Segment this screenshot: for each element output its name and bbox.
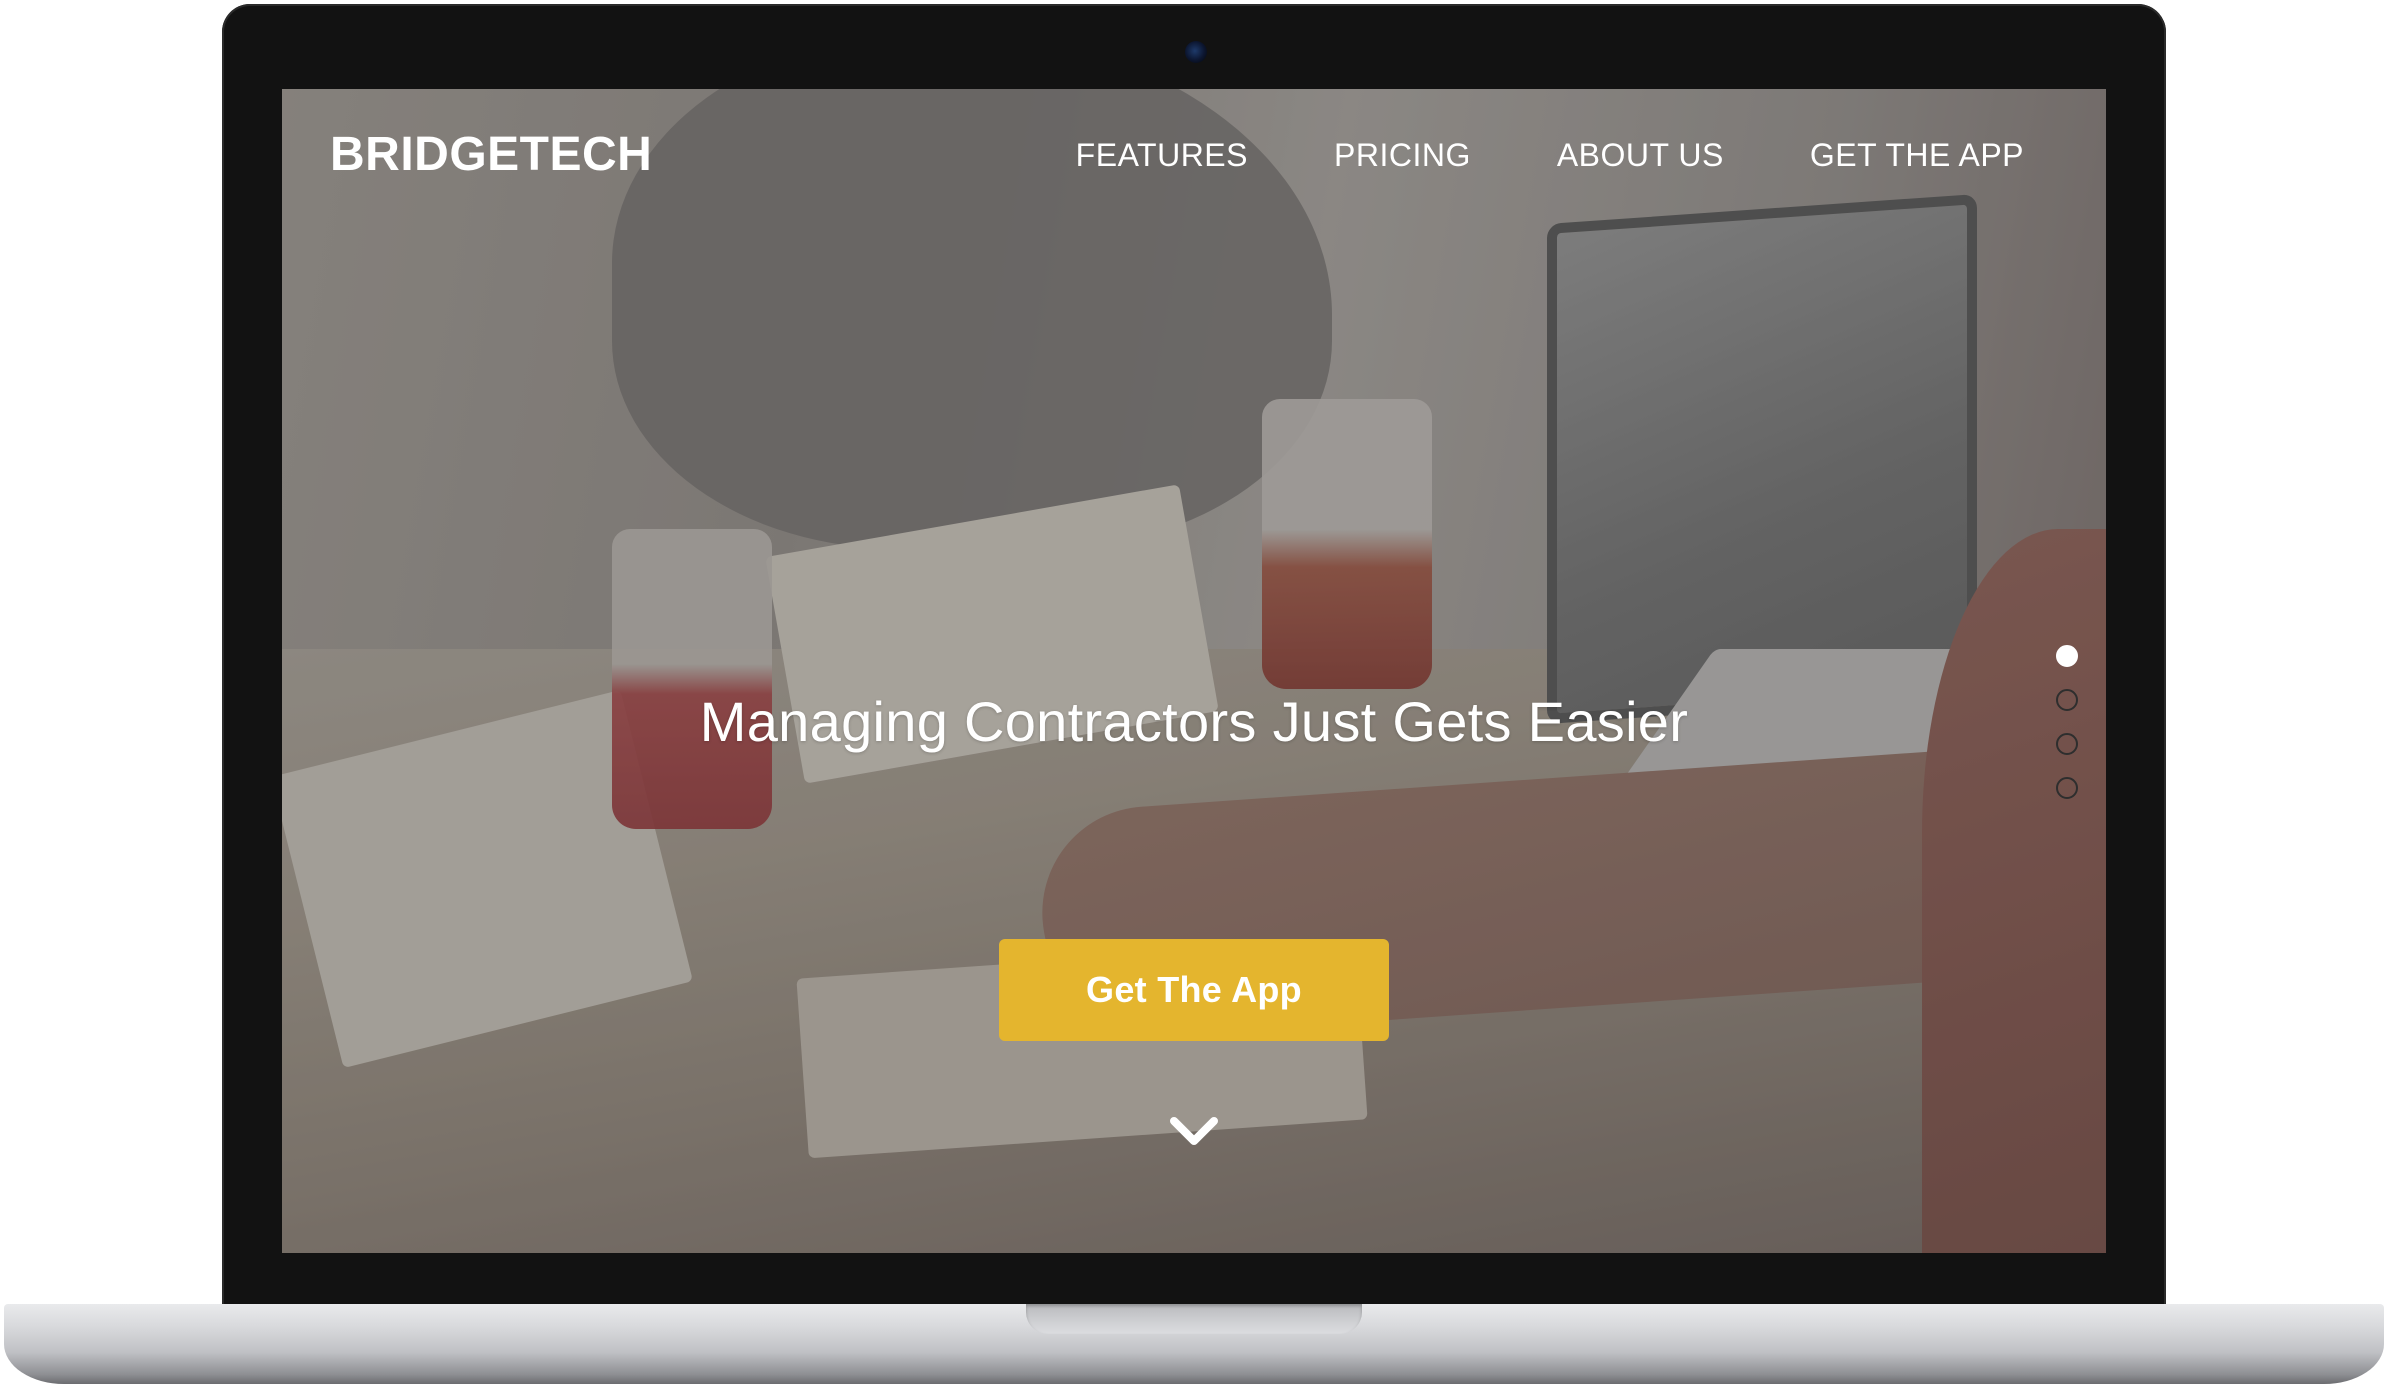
hero-headline: Managing Contractors Just Gets Easier: [699, 690, 1689, 753]
nav-link-features[interactable]: FEATURES: [1076, 137, 1248, 174]
website-screen: BRIDGETECH FEATURES PRICING ABOUT US GET…: [282, 89, 2106, 1253]
slider-pagination: [2056, 645, 2078, 799]
nav-link-about-us[interactable]: ABOUT US: [1557, 137, 1724, 174]
main-navigation: FEATURES PRICING ABOUT US GET THE APP: [1076, 137, 2024, 174]
chevron-down-icon[interactable]: [1169, 1115, 1219, 1149]
nav-link-get-the-app[interactable]: GET THE APP: [1810, 137, 2024, 174]
webcam-icon: [1185, 41, 1207, 63]
slider-dot-3[interactable]: [2056, 733, 2078, 755]
nav-link-pricing[interactable]: PRICING: [1334, 137, 1471, 174]
site-logo[interactable]: BRIDGETECH: [330, 127, 652, 182]
hero-dark-overlay: [282, 89, 2106, 1253]
get-the-app-button[interactable]: Get The App: [999, 939, 1389, 1041]
slider-dot-4[interactable]: [2056, 777, 2078, 799]
slider-dot-2[interactable]: [2056, 689, 2078, 711]
laptop-opening-notch: [1026, 1304, 1362, 1334]
slider-dot-1[interactable]: [2056, 645, 2078, 667]
